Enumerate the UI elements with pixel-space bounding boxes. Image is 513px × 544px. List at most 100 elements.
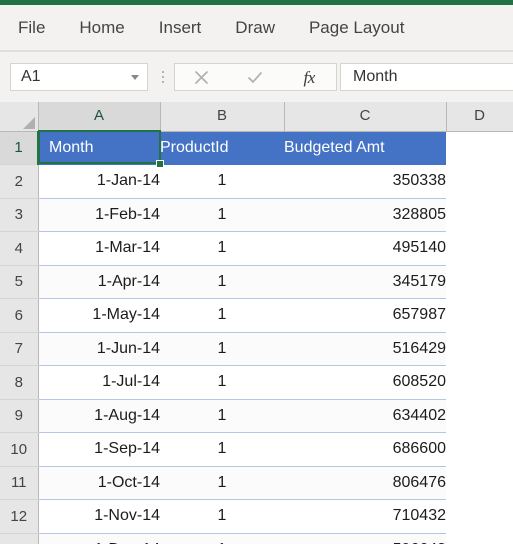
row-header-5[interactable]: 5 [0, 265, 39, 299]
ribbon-tab-home[interactable]: Home [79, 19, 124, 36]
cell-d11[interactable] [446, 466, 513, 500]
row-header-13[interactable]: 13 [0, 533, 39, 544]
cell-a5[interactable]: 1-Apr-14 [38, 265, 160, 299]
cell-c5[interactable]: 345179 [284, 265, 446, 299]
cell-c11[interactable]: 806476 [284, 466, 446, 500]
cell-a3[interactable]: 1-Feb-14 [38, 198, 160, 232]
cell-d7[interactable] [446, 332, 513, 366]
cell-a13[interactable]: 1-Dec-14 [38, 533, 160, 544]
dot-icon [162, 81, 164, 83]
row-header-4[interactable]: 4 [0, 231, 39, 266]
grid-table: A B C D 1 Month ProductId Budgeted Amt 2… [0, 102, 513, 544]
checkmark-icon [248, 71, 263, 83]
cell-a12[interactable]: 1-Nov-14 [38, 499, 160, 534]
cell-b5[interactable]: 1 [160, 265, 284, 299]
cell-a11[interactable]: 1-Oct-14 [38, 466, 160, 500]
cell-d10[interactable] [446, 432, 513, 466]
row-header-7[interactable]: 7 [0, 332, 39, 366]
formula-input-value: Month [353, 68, 398, 85]
fill-handle[interactable] [156, 160, 164, 168]
name-box[interactable]: A1 [10, 63, 148, 91]
row-header-9[interactable]: 9 [0, 399, 39, 433]
cell-c9[interactable]: 634402 [284, 399, 446, 433]
cancel-entry-button[interactable] [180, 64, 224, 90]
cell-d2[interactable] [446, 164, 513, 198]
function-fx-icon: fx [303, 67, 316, 87]
cell-a8[interactable]: 1-Jul-14 [38, 365, 160, 400]
cell-c3[interactable]: 328805 [284, 198, 446, 232]
cell-d1[interactable] [446, 131, 513, 165]
table-row: 3 1-Feb-14 1 328805 [0, 198, 513, 232]
cell-b2[interactable]: 1 [160, 164, 284, 199]
cell-b8[interactable]: 1 [160, 365, 284, 400]
row-header-2[interactable]: 2 [0, 164, 39, 199]
row-header-11[interactable]: 11 [0, 466, 39, 500]
table-row: 2 1-Jan-14 1 350338 [0, 164, 513, 199]
cell-c10[interactable]: 686600 [284, 432, 446, 467]
close-icon [195, 70, 209, 84]
row-header-8[interactable]: 8 [0, 365, 39, 400]
cell-b12[interactable]: 1 [160, 499, 284, 534]
row-header-6[interactable]: 6 [0, 298, 39, 333]
dot-icon [162, 76, 164, 78]
cell-c4[interactable]: 495140 [284, 231, 446, 266]
cell-b9[interactable]: 1 [160, 399, 284, 433]
cell-c8[interactable]: 608520 [284, 365, 446, 400]
cell-d13[interactable] [446, 533, 513, 544]
cell-d9[interactable] [446, 399, 513, 433]
cell-d8[interactable] [446, 365, 513, 399]
cell-a2[interactable]: 1-Jan-14 [38, 164, 160, 199]
cell-d3[interactable] [446, 198, 513, 232]
cell-c12[interactable]: 710432 [284, 499, 446, 534]
table-row: 7 1-Jun-14 1 516429 [0, 332, 513, 366]
select-all-corner[interactable] [0, 102, 39, 132]
cell-b7[interactable]: 1 [160, 332, 284, 366]
cell-b1[interactable]: ProductId [160, 131, 284, 165]
cell-d6[interactable] [446, 298, 513, 332]
cell-d12[interactable] [446, 499, 513, 533]
table-row: 10 1-Sep-14 1 686600 [0, 432, 513, 467]
cell-b11[interactable]: 1 [160, 466, 284, 500]
ribbon-tab-draw[interactable]: Draw [235, 19, 275, 36]
ribbon-tab-page-layout[interactable]: Page Layout [309, 19, 404, 36]
table-row: 6 1-May-14 1 657987 [0, 298, 513, 333]
table-row: 9 1-Aug-14 1 634402 [0, 399, 513, 433]
row-header-1[interactable]: 1 [0, 131, 39, 165]
formula-bar-drag-handle[interactable] [154, 63, 172, 91]
ribbon-tab-insert[interactable]: Insert [159, 19, 202, 36]
chevron-down-icon[interactable] [131, 74, 139, 80]
cell-c6[interactable]: 657987 [284, 298, 446, 333]
table-row: 12 1-Nov-14 1 710432 [0, 499, 513, 534]
formula-input[interactable]: Month [340, 63, 513, 91]
column-header-b[interactable]: B [160, 102, 285, 132]
column-header-c[interactable]: C [284, 102, 447, 132]
cell-a7[interactable]: 1-Jun-14 [38, 332, 160, 366]
cell-d4[interactable] [446, 231, 513, 265]
cell-a10[interactable]: 1-Sep-14 [38, 432, 160, 467]
cell-b6[interactable]: 1 [160, 298, 284, 333]
row-header-12[interactable]: 12 [0, 499, 39, 534]
column-header-a[interactable]: A [38, 102, 161, 132]
formula-bar: A1 fx Month [0, 52, 513, 102]
column-header-d[interactable]: D [446, 102, 513, 132]
cell-c7[interactable]: 516429 [284, 332, 446, 366]
cell-c2[interactable]: 350338 [284, 164, 446, 199]
cell-c1[interactable]: Budgeted Amt [284, 131, 446, 165]
ribbon-tab-file[interactable]: File [18, 19, 45, 36]
cell-d5[interactable] [446, 265, 513, 299]
cell-a9[interactable]: 1-Aug-14 [38, 399, 160, 433]
cell-a4[interactable]: 1-Mar-14 [38, 231, 160, 266]
confirm-entry-button[interactable] [233, 64, 277, 90]
cell-b10[interactable]: 1 [160, 432, 284, 467]
cell-a1[interactable]: Month [38, 131, 160, 165]
formula-bar-buttons: fx [174, 63, 337, 91]
cell-c13[interactable]: 596643 [284, 533, 446, 544]
dot-icon [162, 71, 164, 73]
cell-a6[interactable]: 1-May-14 [38, 298, 160, 333]
cell-b3[interactable]: 1 [160, 198, 284, 232]
row-header-10[interactable]: 10 [0, 432, 39, 467]
cell-b13[interactable]: 1 [160, 533, 284, 544]
insert-function-button[interactable]: fx [287, 64, 331, 90]
cell-b4[interactable]: 1 [160, 231, 284, 266]
row-header-3[interactable]: 3 [0, 198, 39, 232]
